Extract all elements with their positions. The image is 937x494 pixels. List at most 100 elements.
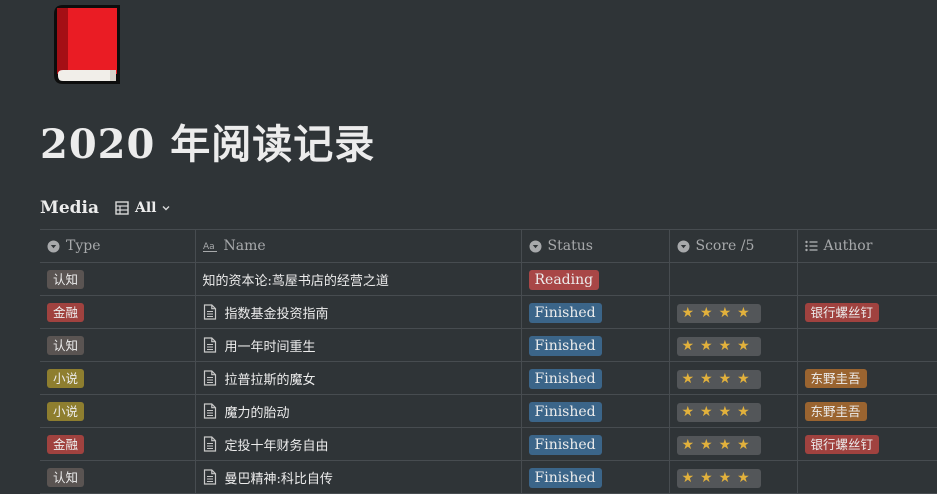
score-cell[interactable]: ★★★★ xyxy=(668,295,798,329)
author-cell[interactable]: 东野圭吾 xyxy=(796,361,937,395)
column-header-label: Score /5 xyxy=(695,238,755,254)
type-cell[interactable]: 小说 xyxy=(40,361,196,395)
author-tag: 东野圭吾 xyxy=(804,402,867,421)
column-header-label: Name xyxy=(223,238,266,254)
status-tag: Finished xyxy=(528,467,602,488)
view-switcher[interactable]: All xyxy=(115,200,177,216)
chevron-down-icon xyxy=(162,206,169,211)
database-title[interactable]: Media xyxy=(40,198,99,218)
status-cell[interactable]: Finished xyxy=(520,295,670,329)
status-cell[interactable]: Finished xyxy=(520,427,670,461)
status-cell[interactable]: Finished xyxy=(520,361,670,395)
score-cell[interactable]: ★★★★ xyxy=(668,328,798,362)
book-name[interactable]: 知的资本论:茑屋书店的经营之道 xyxy=(203,270,389,289)
name-cell[interactable]: 指数基金投资指南 xyxy=(194,295,522,329)
database-table: Type Aa Name Status Score /5 Author 认知 知… xyxy=(40,229,937,494)
table-row[interactable]: 认知 用一年时间重生 Finished ★★★★ xyxy=(40,328,937,362)
type-tag: 金融 xyxy=(47,435,85,454)
book-name[interactable]: 指数基金投资指南 xyxy=(225,303,329,322)
database-header: Media All xyxy=(40,196,177,220)
score-tag: ★★★★ xyxy=(676,369,761,389)
type-tag: 认知 xyxy=(47,336,85,355)
status-cell[interactable]: Finished xyxy=(520,394,670,428)
author-cell[interactable]: 银行螺丝钉 xyxy=(796,295,937,329)
score-tag: ★★★★ xyxy=(676,402,761,422)
type-cell[interactable]: 认知 xyxy=(40,460,196,494)
status-tag: Finished xyxy=(528,401,602,422)
view-label: All xyxy=(135,200,157,216)
author-cell[interactable]: 银行螺丝钉 xyxy=(796,427,937,461)
table-row[interactable]: 金融 定投十年财务自由 Finished ★★★★ 银行螺丝钉 xyxy=(40,427,937,461)
table-row[interactable]: 认知 知的资本论:茑屋书店的经营之道 Reading xyxy=(40,262,937,296)
column-header-label: Author xyxy=(823,238,873,254)
name-cell[interactable]: 拉普拉斯的魔女 xyxy=(194,361,522,395)
author-tag: 银行螺丝钉 xyxy=(804,303,880,322)
author-cell[interactable] xyxy=(796,460,937,494)
table-row[interactable]: 认知 曼巴精神:科比自传 Finished ★★★★ xyxy=(40,460,937,494)
score-cell[interactable]: ★★★★ xyxy=(668,394,798,428)
column-header-label: Type xyxy=(66,238,101,254)
type-cell[interactable]: 金融 xyxy=(40,427,196,461)
multi-select-property-icon xyxy=(804,240,817,252)
table-row[interactable]: 小说 拉普拉斯的魔女 Finished ★★★★ 东野圭吾 xyxy=(40,361,937,395)
book-name[interactable]: 用一年时间重生 xyxy=(225,336,316,355)
status-cell[interactable]: Finished xyxy=(520,328,670,362)
page-icon xyxy=(203,436,216,452)
type-cell[interactable]: 认知 xyxy=(40,328,196,362)
status-tag: Finished xyxy=(528,335,602,356)
title-property-icon: Aa xyxy=(202,242,217,252)
status-cell[interactable]: Reading xyxy=(520,262,670,296)
score-tag: ★★★★ xyxy=(676,303,761,323)
type-tag: 小说 xyxy=(47,369,85,388)
score-cell[interactable]: ★★★★ xyxy=(668,427,798,461)
book-name[interactable]: 魔力的胎动 xyxy=(225,402,290,421)
status-tag: Finished xyxy=(528,368,602,389)
type-tag: 小说 xyxy=(47,402,85,421)
page-icon xyxy=(203,370,216,386)
svg-text:Aa: Aa xyxy=(203,242,215,252)
page-icon xyxy=(203,469,216,485)
page-icon xyxy=(203,403,216,419)
name-cell[interactable]: 曼巴精神:科比自传 xyxy=(194,460,522,494)
column-header-label: Status xyxy=(547,238,593,254)
author-cell[interactable] xyxy=(796,328,937,362)
type-cell[interactable]: 认知 xyxy=(40,262,196,296)
type-tag: 认知 xyxy=(47,270,85,289)
column-header-name[interactable]: Aa Name xyxy=(194,229,522,263)
status-tag: Finished xyxy=(528,434,602,455)
score-tag: ★★★★ xyxy=(676,336,761,356)
book-name[interactable]: 拉普拉斯的魔女 xyxy=(225,369,316,388)
table-row[interactable]: 金融 指数基金投资指南 Finished ★★★★ 银行螺丝钉 xyxy=(40,295,937,329)
author-tag: 东野圭吾 xyxy=(804,369,867,388)
status-tag: Reading xyxy=(528,269,600,290)
type-tag: 金融 xyxy=(47,303,85,322)
page-icon xyxy=(203,337,216,353)
name-cell[interactable]: 魔力的胎动 xyxy=(194,394,522,428)
status-cell[interactable]: Finished xyxy=(520,460,670,494)
name-cell[interactable]: 知的资本论:茑屋书店的经营之道 xyxy=(194,262,522,296)
column-header-type[interactable]: Type xyxy=(40,229,196,263)
header-row: Type Aa Name Status Score /5 Author xyxy=(40,229,937,263)
score-tag: ★★★★ xyxy=(676,468,761,488)
book-name[interactable]: 曼巴精神:科比自传 xyxy=(225,468,333,487)
select-property-icon xyxy=(677,240,689,252)
book-name[interactable]: 定投十年财务自由 xyxy=(225,435,329,454)
type-tag: 认知 xyxy=(47,468,85,487)
column-header-author[interactable]: Author xyxy=(796,229,937,263)
score-cell[interactable]: ★★★★ xyxy=(668,361,798,395)
type-cell[interactable]: 金融 xyxy=(40,295,196,329)
name-cell[interactable]: 定投十年财务自由 xyxy=(194,427,522,461)
select-property-icon xyxy=(47,240,60,252)
red-book-icon xyxy=(54,5,120,84)
column-header-status[interactable]: Status xyxy=(520,229,670,263)
author-cell[interactable] xyxy=(796,262,937,296)
column-header-score[interactable]: Score /5 xyxy=(668,229,798,263)
name-cell[interactable]: 用一年时间重生 xyxy=(194,328,522,362)
score-cell[interactable]: ★★★★ xyxy=(668,460,798,494)
table-row[interactable]: 小说 魔力的胎动 Finished ★★★★ 东野圭吾 xyxy=(40,394,937,428)
type-cell[interactable]: 小说 xyxy=(40,394,196,428)
score-cell[interactable] xyxy=(668,262,798,296)
author-cell[interactable]: 东野圭吾 xyxy=(796,394,937,428)
score-tag: ★★★★ xyxy=(676,435,761,455)
table-icon xyxy=(115,201,129,215)
